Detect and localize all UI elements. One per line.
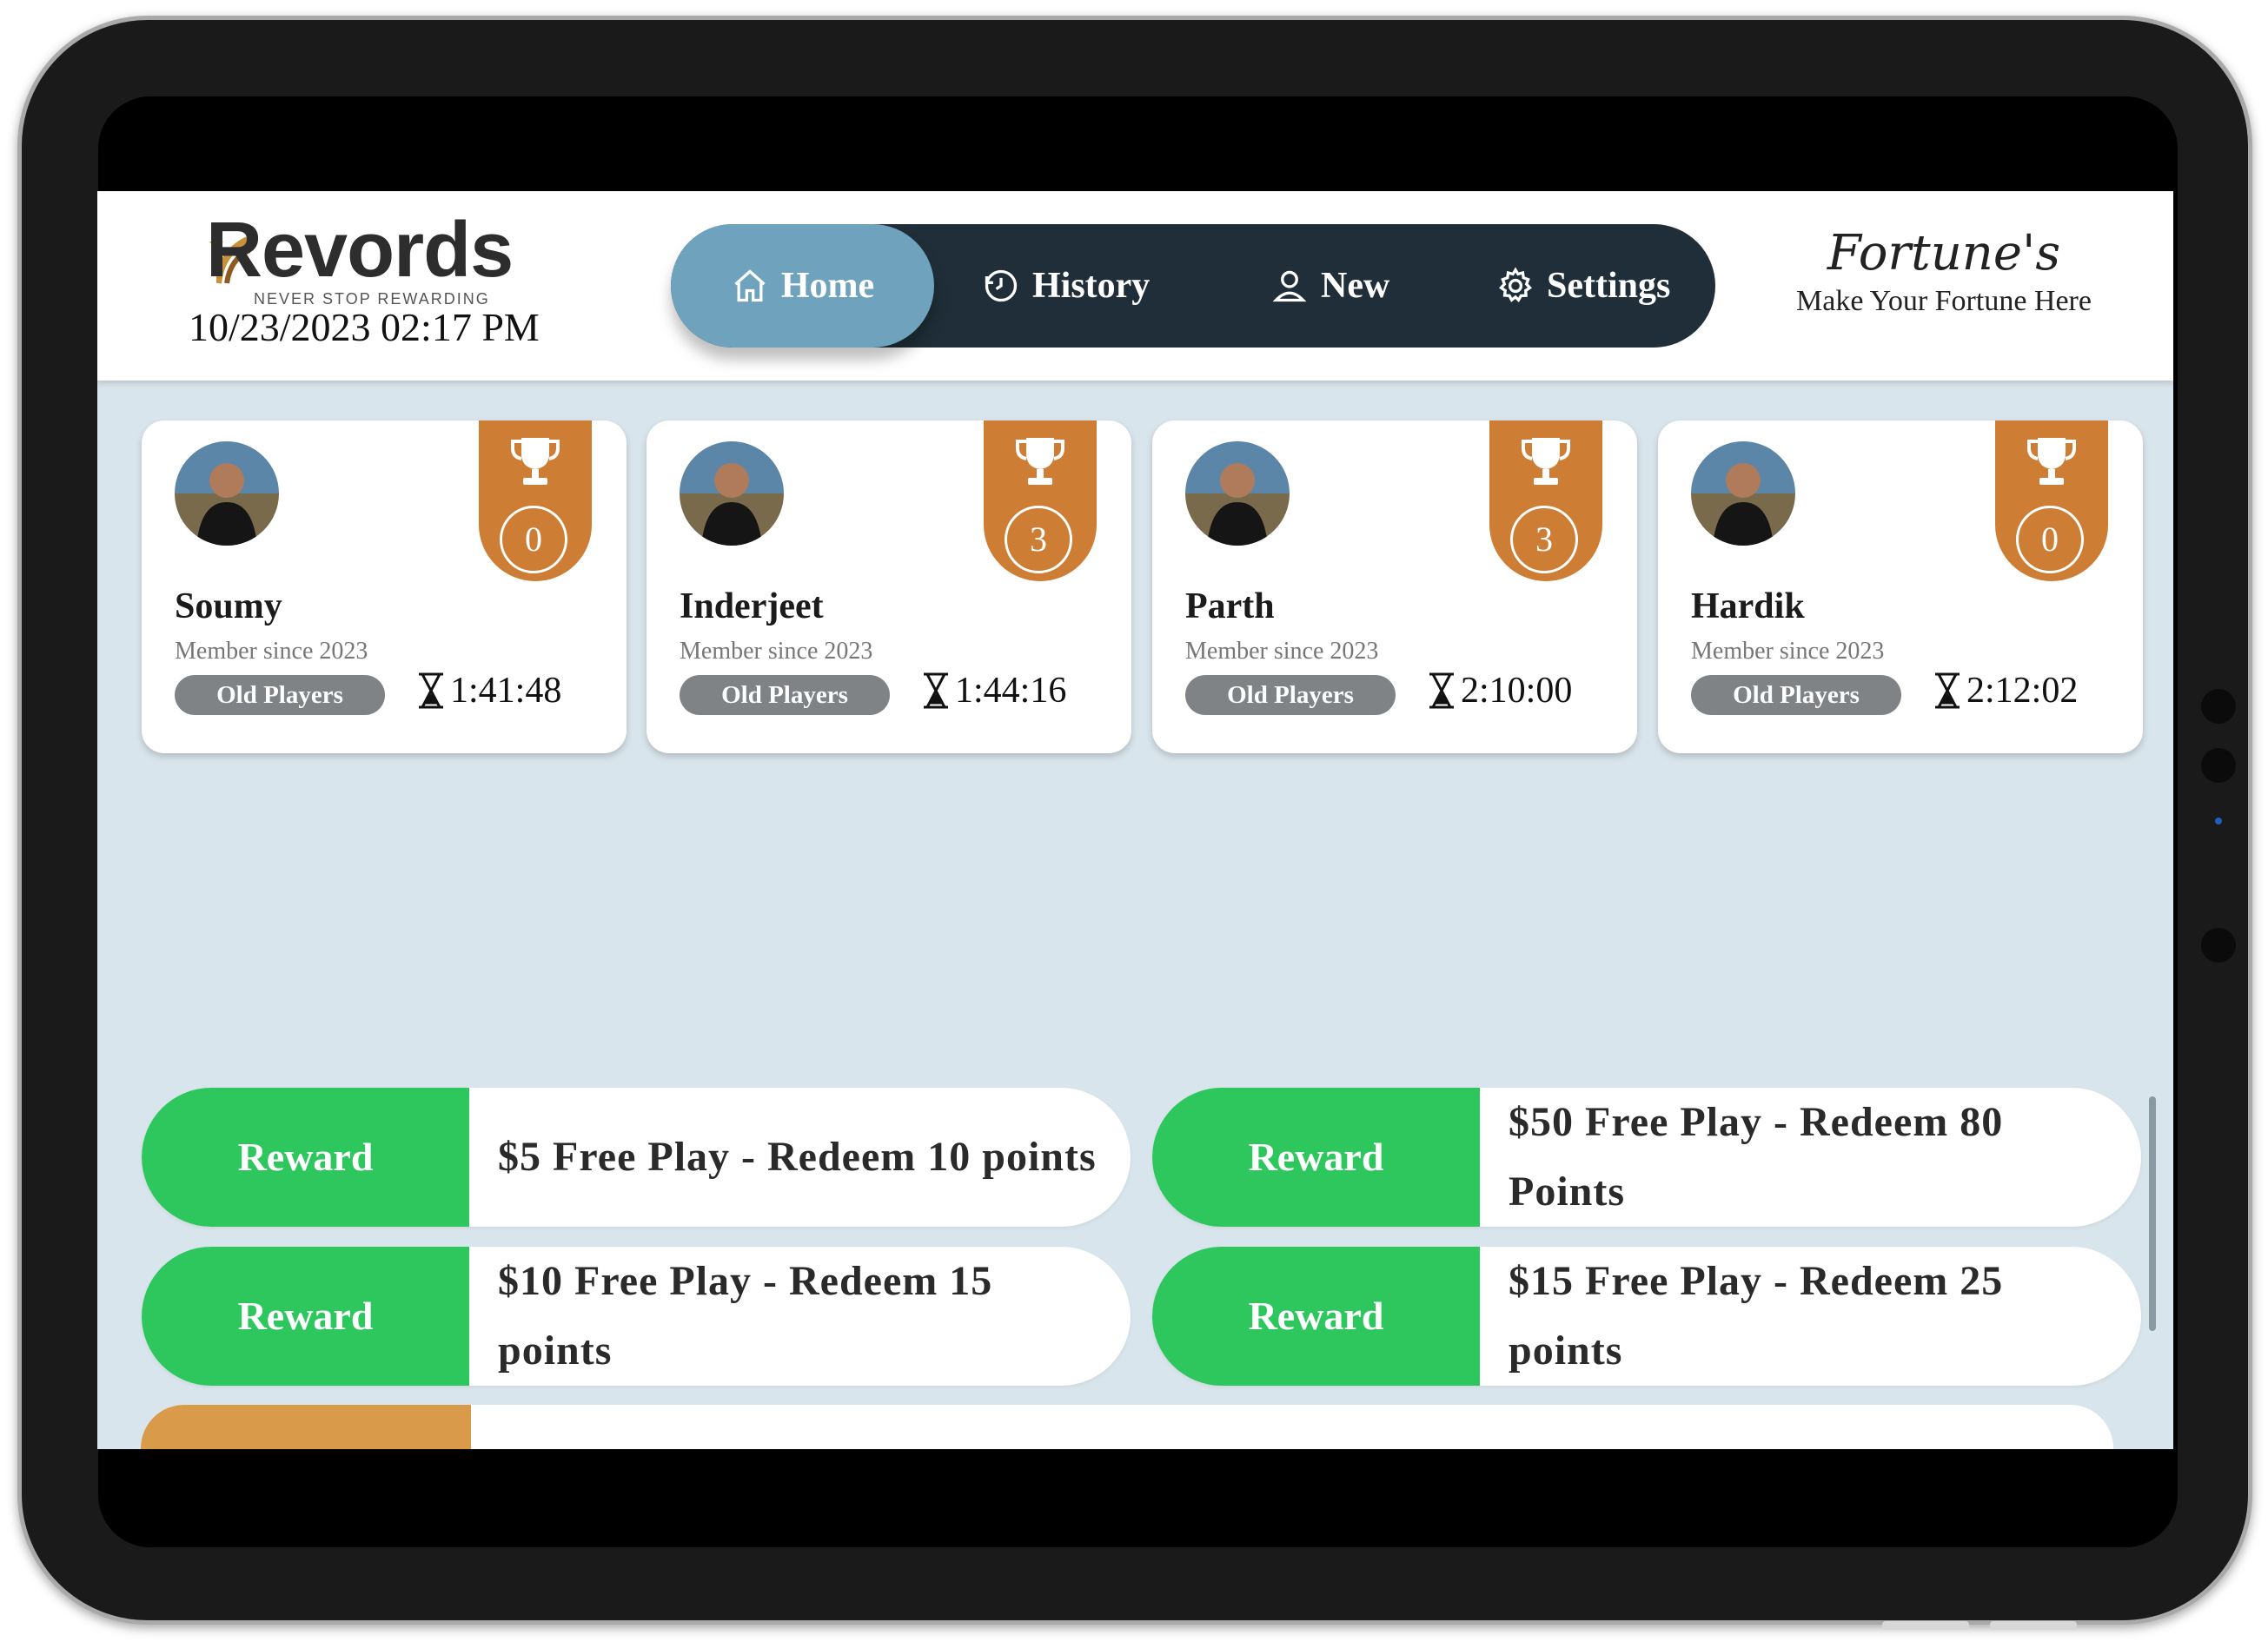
reward-button[interactable]: Reward — [142, 1247, 469, 1386]
current-datetime: 10/23/2023 02:17 PM — [189, 305, 540, 349]
reward-item: Reward $15 Free Play - Redeem 25 points — [1152, 1247, 2141, 1386]
hardware-button — [1882, 1621, 1969, 1630]
session-timer: 1:41:48 — [415, 670, 561, 712]
session-timer-value: 1:44:16 — [955, 671, 1067, 711]
reward-description: $5 Free Play - Redeem 10 points — [498, 1134, 1097, 1180]
nav-new[interactable]: New — [1270, 224, 1389, 348]
session-timer-value: 2:10:00 — [1461, 671, 1573, 711]
trophy-icon — [1016, 438, 1064, 485]
hourglass-icon — [419, 672, 443, 709]
nav-new-label: New — [1321, 266, 1390, 306]
player-tag: Old Players — [175, 675, 385, 715]
player-card[interactable]: 0 Hardik Member since 2023 Old Players 2… — [1658, 420, 2143, 753]
trophy-icon — [2027, 438, 2076, 485]
side-camera-dot — [2201, 689, 2236, 724]
member-since: Member since 2023 — [1185, 638, 1379, 665]
reward-description: $10 Free Play - Redeem 15 points — [498, 1258, 993, 1374]
trophy-count: 3 — [1510, 506, 1578, 573]
avatar — [680, 441, 784, 546]
player-name: Parth — [1185, 586, 1275, 626]
member-since: Member since 2023 — [680, 638, 873, 665]
nav-settings-label: Settings — [1547, 266, 1671, 306]
top-bar: ★ Revords NEVER STOP REWARDING 10/23/202… — [97, 191, 2173, 381]
trophy-icon — [1522, 438, 1570, 485]
nav-history-label: History — [1032, 266, 1151, 306]
avatar — [175, 441, 279, 546]
hourglass-icon — [1429, 672, 1454, 709]
user-icon — [1272, 270, 1307, 302]
avatar — [1185, 441, 1290, 546]
trophy-count: 3 — [1005, 506, 1072, 573]
session-timer-value: 2:12:02 — [1966, 671, 2079, 711]
player-card[interactable]: 3 Parth Member since 2023 Old Players 2:… — [1152, 420, 1637, 753]
reward-item: Reward $10 Free Play - Redeem 15 points — [142, 1247, 1131, 1386]
nav-history[interactable]: History — [982, 224, 1150, 348]
nav-settings[interactable]: Settings — [1496, 224, 1670, 348]
reward-button[interactable]: Reward — [1152, 1088, 1480, 1227]
logo-text: Revords — [206, 207, 514, 294]
venue-tagline: Make Your Fortune Here — [1796, 285, 2092, 317]
member-since: Member since 2023 — [175, 638, 368, 665]
rewards-scrollbar[interactable] — [2149, 1096, 2156, 1331]
trophy-badge: 3 — [984, 420, 1097, 581]
trophy-count: 0 — [2016, 506, 2084, 573]
trophy-icon — [511, 438, 560, 485]
reward-button[interactable]: Reward — [142, 1088, 469, 1227]
session-timer-value: 1:41:48 — [450, 671, 562, 711]
trophy-count: 0 — [500, 506, 567, 573]
reward-button-partial[interactable] — [141, 1405, 471, 1449]
side-camera-dot — [2201, 928, 2236, 963]
main-nav: Home History New Settings — [671, 224, 1715, 348]
player-tag: Old Players — [1185, 675, 1396, 715]
nav-home[interactable]: Home — [671, 224, 934, 348]
member-since: Member since 2023 — [1691, 638, 1885, 665]
player-tag: Old Players — [1691, 675, 1901, 715]
reward-description: $15 Free Play - Redeem 25 points — [1509, 1258, 2004, 1374]
hardware-button — [1990, 1621, 2077, 1630]
hourglass-icon — [1935, 672, 1960, 709]
history-icon — [985, 269, 1018, 302]
app-screen: ★ Revords NEVER STOP REWARDING 10/23/202… — [97, 191, 2173, 1449]
revords-logo: ★ Revords NEVER STOP REWARDING — [206, 207, 536, 311]
side-camera-dot — [2201, 748, 2236, 783]
home-icon — [734, 269, 766, 302]
player-card[interactable]: 3 Inderjeet Member since 2023 Old Player… — [647, 420, 1131, 753]
reward-item: Reward $50 Free Play - Redeem 80 Points — [1152, 1088, 2141, 1227]
avatar — [1691, 441, 1795, 546]
venue-brand: Fortune's Make Your Fortune Here — [1757, 226, 2131, 318]
reward-item-partial — [141, 1405, 2113, 1449]
nav-home-label: Home — [780, 266, 875, 306]
trophy-badge: 0 — [479, 420, 592, 581]
gear-icon — [1499, 267, 1532, 302]
player-card[interactable]: 0 Soumy Member since 2023 Old Players 1:… — [142, 420, 627, 753]
session-timer: 2:12:02 — [1932, 670, 2078, 712]
hourglass-icon — [924, 672, 948, 709]
player-name: Hardik — [1691, 586, 1805, 626]
side-indicator-light — [2215, 818, 2222, 824]
player-name: Soumy — [175, 586, 282, 626]
reward-button[interactable]: Reward — [1152, 1247, 1480, 1386]
trophy-badge: 0 — [1995, 420, 2108, 581]
reward-description: $50 Free Play - Redeem 80 Points — [1509, 1099, 2004, 1215]
session-timer: 2:10:00 — [1426, 670, 1572, 712]
venue-name: Fortune's — [1827, 225, 2061, 281]
player-tag: Old Players — [680, 675, 890, 715]
player-name: Inderjeet — [680, 586, 824, 626]
session-timer: 1:44:16 — [920, 670, 1066, 712]
trophy-badge: 3 — [1489, 420, 1602, 581]
reward-item: Reward $5 Free Play - Redeem 10 points — [142, 1088, 1131, 1227]
